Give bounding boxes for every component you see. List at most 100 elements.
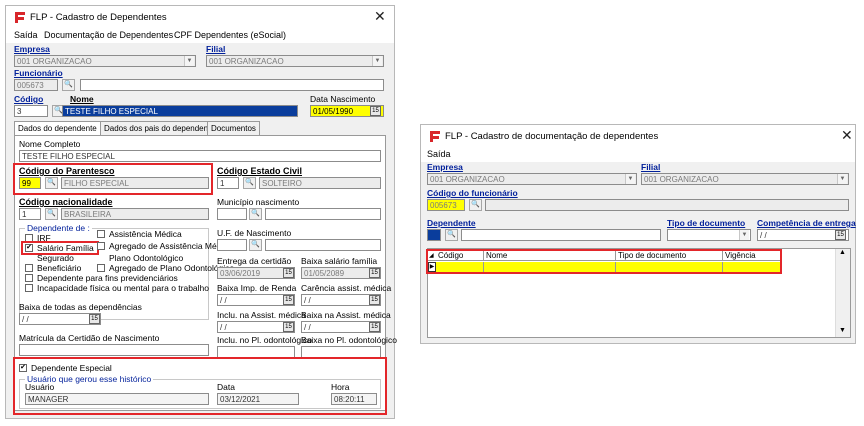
codigo-label: Código [14, 94, 44, 104]
funcionario-name-field[interactable] [80, 79, 384, 91]
calendar-icon[interactable]: 15 [370, 106, 381, 116]
agregado-assistencia-label: Agregado de Assistência Médica [109, 241, 233, 251]
parentesco-label: Código do Parentesco [19, 166, 115, 176]
empresa-select[interactable]: 001 ORGANIZACAO [14, 55, 196, 67]
nacionalidade-desc-field: BRASILEIRA [61, 208, 209, 220]
menu-documentacao[interactable]: Documentação de Dependentes [44, 30, 173, 40]
calendar-icon[interactable]: 15 [369, 295, 380, 305]
codigo-field[interactable]: 3 [14, 105, 48, 117]
tab-strip: Dados do dependente Dados dos pais do de… [14, 121, 384, 136]
funcionario-name-field [485, 199, 849, 211]
menu-bar: Saída [421, 148, 855, 162]
funcionario-label: Funcionário [14, 68, 63, 78]
close-icon[interactable]: ✕ [841, 128, 853, 144]
dependente-de-label: Dependente de : [25, 223, 92, 233]
binoculars-icon[interactable]: 🔍 [45, 177, 58, 189]
competencia-label: Competência de entrega [757, 218, 856, 228]
incapacidade-label: Incapacidade física ou mental para o tra… [37, 283, 210, 293]
calendar-icon[interactable]: 15 [283, 295, 294, 305]
calendar-icon[interactable]: 15 [369, 268, 380, 278]
salario-familia-checkbox[interactable]: ✔ [25, 244, 33, 252]
table-row[interactable]: ▶ [428, 262, 780, 272]
menu-saida[interactable]: Saída [427, 149, 451, 159]
binoculars-icon[interactable]: 🔍 [445, 229, 458, 241]
binoculars-icon[interactable]: 🔍 [45, 208, 58, 220]
dependente-especial-checkbox[interactable]: ✔ [19, 364, 27, 372]
binoculars-icon[interactable]: 🔍 [469, 199, 482, 211]
cod-funcionario-field[interactable]: 005673 [427, 199, 465, 211]
municipio-code-field[interactable] [217, 208, 247, 220]
baixa-odonto-label: Baixa no Pl. odontológico [301, 335, 397, 345]
agregado-odontologico-checkbox[interactable] [97, 264, 105, 272]
dependente-label: Dependente [427, 218, 476, 228]
chevron-down-icon[interactable]: ▼ [184, 56, 194, 66]
tab-panel: Nome Completo TESTE FILHO ESPECIAL Códig… [13, 135, 397, 415]
tab-documentos[interactable]: Documentos [207, 121, 260, 135]
form-area: Empresa 001 ORGANIZACAO ▼ Filial 001 ORG… [6, 43, 397, 418]
nacionalidade-code-field[interactable]: 1 [19, 208, 41, 220]
funcionario-field[interactable]: 005673 [14, 79, 58, 91]
binoculars-icon[interactable]: 🔍 [243, 177, 256, 189]
matricula-field[interactable] [19, 344, 209, 356]
inclusao-assist-label: Inclu. na Assist. médica [217, 310, 306, 320]
calendar-icon[interactable]: 15 [283, 322, 294, 332]
filial-select[interactable]: 001 ORGANIZACAO [641, 173, 849, 185]
municipio-label: Município nascimento [217, 197, 300, 207]
carencia-label: Carência assist. médica [301, 283, 392, 293]
binoculars-icon[interactable]: 🔍 [62, 79, 75, 91]
chevron-down-icon[interactable]: ▼ [837, 174, 847, 184]
inclusao-odonto-label: Inclu. no Pl. odontológico [217, 335, 312, 345]
parentesco-desc-field: FILHO ESPECIAL [61, 177, 209, 189]
entrega-certidao-label: Entrega da certidão [217, 256, 292, 266]
col-tipo-documento[interactable]: Tipo de documento [615, 251, 686, 261]
filial-label: Filial [206, 44, 226, 54]
uf-desc-field [265, 239, 381, 251]
binoculars-icon[interactable]: 🔍 [249, 239, 262, 251]
tab-dados-pais[interactable]: Dados dos pais do dependente [100, 121, 219, 135]
col-nome[interactable]: Nome [483, 251, 507, 261]
scroll-up-icon[interactable]: ▲ [839, 249, 846, 256]
chevron-down-icon[interactable]: ▼ [739, 230, 749, 240]
col-codigo[interactable]: Código [438, 251, 463, 260]
filial-label: Filial [641, 162, 661, 172]
assistencia-medica-checkbox[interactable] [97, 230, 105, 238]
cod-funcionario-label: Código do funcionário [427, 188, 518, 198]
calendar-icon[interactable]: 15 [283, 268, 294, 278]
estado-civil-label: Código Estado Civil [217, 166, 303, 176]
hora-field: 08:20:11 [331, 393, 377, 405]
calendar-icon[interactable]: 15 [89, 314, 100, 324]
agregado-assistencia-checkbox[interactable] [97, 242, 105, 250]
window-title: FLP - Cadastro de Dependentes [30, 12, 167, 23]
tipo-documento-label: Tipo de documento [667, 218, 746, 228]
beneficiario-checkbox[interactable] [25, 264, 33, 272]
baixa-assist-label: Baixa na Assist. médica [301, 310, 391, 320]
row-cell-divider [615, 262, 616, 272]
calendar-icon[interactable]: 15 [835, 230, 846, 240]
chevron-down-icon[interactable]: ▼ [372, 56, 382, 66]
dependente-name-field [461, 229, 661, 241]
nacionalidade-label: Código nacionalidade [19, 197, 113, 207]
tab-dados-dependente[interactable]: Dados do dependente [14, 121, 101, 136]
nome-completo-field[interactable]: TESTE FILHO ESPECIAL [19, 150, 381, 162]
header-indicator: ◢ [429, 253, 434, 259]
close-icon[interactable]: ✕ [374, 9, 386, 25]
estado-civil-code-field[interactable]: 1 [217, 177, 239, 189]
empresa-label: Empresa [427, 162, 463, 172]
empresa-select[interactable]: 001 ORGANIZACAO [427, 173, 637, 185]
grid-scrollbar[interactable]: ▲ ▼ [835, 249, 850, 337]
col-vigencia[interactable]: Vigência [722, 251, 756, 261]
nome-field[interactable]: TESTE FILHO ESPECIAL [62, 105, 298, 117]
dependente-code-field[interactable] [427, 229, 441, 241]
scroll-down-icon[interactable]: ▼ [839, 327, 846, 334]
dependente-previdenciario-checkbox[interactable] [25, 274, 33, 282]
filial-select[interactable]: 001 ORGANIZACAO [206, 55, 384, 67]
chevron-down-icon[interactable]: ▼ [625, 174, 635, 184]
menu-saida[interactable]: Saída [14, 30, 38, 40]
uf-field[interactable] [217, 239, 247, 251]
calendar-icon[interactable]: 15 [369, 322, 380, 332]
binoculars-icon[interactable]: 🔍 [249, 208, 262, 220]
menu-cpf-dependentes[interactable]: CPF Dependentes (eSocial) [174, 30, 286, 40]
incapacidade-checkbox[interactable] [25, 284, 33, 292]
data-nascimento-label: Data Nascimento [310, 94, 376, 104]
parentesco-code-field[interactable]: 99 [19, 177, 41, 189]
